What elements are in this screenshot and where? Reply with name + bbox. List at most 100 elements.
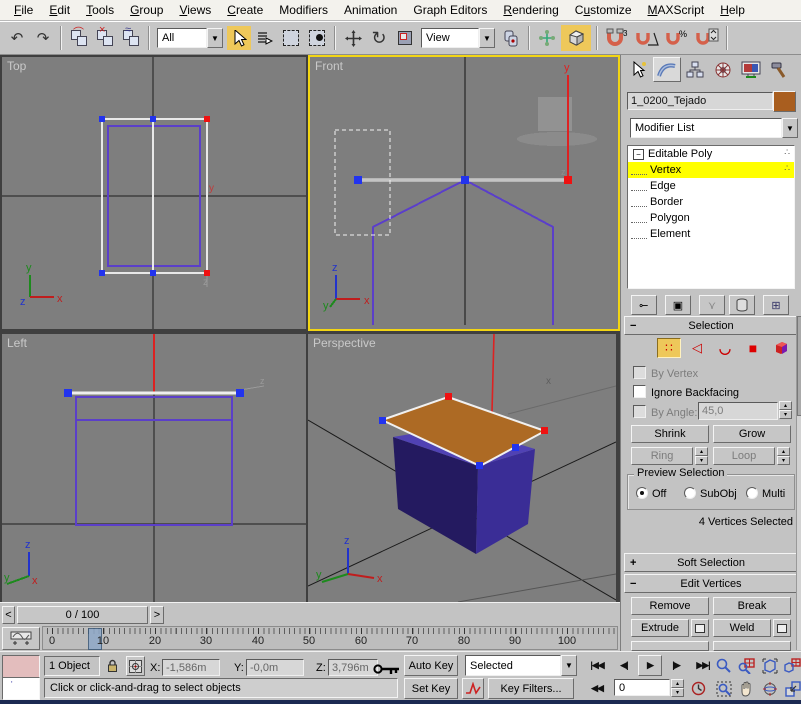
menu-animation[interactable]: Animation — [336, 1, 405, 19]
zoom-extents-all-icon[interactable] — [781, 655, 801, 676]
key-mode-toggle-icon[interactable]: ◀◀ — [584, 678, 610, 699]
viewport-front[interactable]: Front y z z x y — [308, 55, 620, 331]
menu-group[interactable]: Group — [122, 1, 171, 19]
remove-button[interactable]: Remove — [631, 597, 709, 615]
stack-item-polygon[interactable]: Polygon — [628, 210, 794, 226]
pan-hand-icon[interactable] — [735, 678, 758, 699]
angle-snap-toggle-icon[interactable] — [633, 26, 661, 50]
next-frame-icon[interactable]: |▶ — [666, 655, 686, 676]
spinner-down-icon[interactable]: ▾ — [695, 456, 708, 465]
polygon-subobject-button[interactable]: ■ — [741, 338, 765, 358]
tab-modify[interactable] — [653, 57, 681, 82]
menu-views[interactable]: Views — [171, 1, 219, 19]
stack-item-editable-poly[interactable]: − Editable Poly ∴ — [628, 146, 794, 162]
maxscript-mini-listener-white[interactable]: ' — [2, 677, 40, 700]
border-subobject-button[interactable]: ◡ — [713, 338, 737, 358]
key-icon[interactable] — [372, 660, 400, 678]
edge-subobject-button[interactable]: ◁ — [685, 338, 709, 358]
collapse-icon[interactable]: − — [633, 148, 644, 160]
tab-utilities[interactable] — [765, 57, 793, 82]
stack-item-border[interactable]: Border — [628, 194, 794, 210]
snaps-toggle-icon[interactable] — [561, 25, 591, 51]
previous-frame-icon[interactable]: ◀| — [614, 655, 634, 676]
selection-filter-dropdown[interactable]: All ▼ — [157, 28, 223, 48]
target-weld-button-clipped[interactable] — [713, 641, 791, 651]
show-end-result-button[interactable]: ▣ — [665, 295, 691, 315]
by-angle-checkbox[interactable] — [633, 405, 646, 418]
rectangular-selection-region-icon[interactable] — [279, 26, 303, 50]
menu-tools[interactable]: Tools — [78, 1, 122, 19]
remove-modifier-button[interactable] — [729, 295, 755, 315]
dropdown-arrow-icon[interactable]: ▼ — [782, 118, 798, 138]
object-name-field[interactable] — [627, 92, 773, 110]
chamfer-button-clipped[interactable] — [631, 641, 709, 651]
spinner-down-icon[interactable]: ▾ — [777, 456, 790, 465]
menu-help[interactable]: Help — [712, 1, 753, 19]
weld-settings-button[interactable] — [773, 619, 791, 637]
maximize-viewport-toggle-icon[interactable] — [781, 678, 801, 699]
select-and-link-icon[interactable]: ⌒ — [67, 26, 91, 50]
break-button[interactable]: Break — [713, 597, 791, 615]
snap-toggle-3d-icon[interactable]: 3 — [603, 26, 631, 50]
undo-icon[interactable]: ↶ — [5, 26, 29, 50]
zoom-icon[interactable] — [712, 655, 735, 676]
play-button-icon[interactable]: ▶ — [638, 655, 662, 676]
auto-key-button[interactable]: Auto Key — [404, 655, 458, 676]
panel-scrollbar-thumb[interactable] — [797, 316, 801, 416]
spinner-up-icon[interactable]: ▴ — [779, 401, 792, 410]
spinner-up-icon[interactable]: ▴ — [777, 447, 790, 456]
time-slider-next-icon[interactable]: > — [150, 606, 164, 624]
spinner-up-icon[interactable]: ▴ — [671, 679, 684, 688]
select-and-manipulate-icon[interactable] — [535, 26, 559, 50]
modifier-list-dropdown[interactable]: Modifier List ▼ — [630, 118, 798, 138]
dropdown-arrow-icon[interactable]: ▼ — [479, 28, 495, 48]
viewport-perspective-label[interactable]: Perspective — [313, 336, 376, 350]
spinner-down-icon[interactable]: ▾ — [779, 410, 792, 419]
goto-start-icon[interactable]: |◀◀ — [584, 655, 610, 676]
stack-item-vertex[interactable]: Vertex ∴ — [628, 162, 794, 178]
use-pivot-point-center-icon[interactable] — [499, 26, 523, 50]
z-coordinate-field[interactable]: 3,796m — [328, 659, 378, 676]
edit-vertices-rollout-header[interactable]: − Edit Vertices — [624, 574, 798, 593]
menu-modifiers[interactable]: Modifiers — [271, 1, 336, 19]
by-vertex-checkbox[interactable] — [633, 366, 646, 379]
by-angle-field[interactable]: 45,0 — [698, 402, 778, 420]
viewport-top[interactable]: Top y z y x z — [2, 57, 306, 329]
stack-item-element[interactable]: Element — [628, 226, 794, 242]
time-slider-button[interactable]: 0 / 100 — [17, 606, 148, 624]
unlink-selection-icon[interactable]: × — [93, 24, 117, 50]
preview-multi-radio[interactable]: Multi — [746, 487, 785, 500]
key-filter-dropdown[interactable]: Selected ▼ — [465, 655, 577, 676]
maxscript-mini-listener-pink[interactable] — [2, 655, 40, 678]
frame-spinner[interactable]: ▴ ▾ — [671, 679, 684, 697]
dropdown-arrow-icon[interactable]: ▼ — [561, 655, 577, 676]
object-color-swatch[interactable] — [773, 91, 796, 112]
bind-to-space-warp-icon[interactable]: ≈ — [119, 24, 143, 50]
weld-button[interactable]: Weld — [713, 619, 771, 637]
track-bar-ruler[interactable]: 0 10 20 30 40 50 60 70 80 90 100 — [42, 626, 618, 650]
stack-item-edge[interactable]: Edge — [628, 178, 794, 194]
viewport-front-label[interactable]: Front — [315, 59, 343, 73]
menu-file[interactable]: File — [6, 1, 41, 19]
preview-off-radio[interactable]: Off — [636, 487, 666, 500]
ignore-backfacing-checkbox[interactable] — [633, 385, 646, 398]
menu-edit[interactable]: Edit — [41, 1, 78, 19]
by-angle-spinner[interactable]: ▴ ▾ — [779, 401, 792, 419]
select-object-icon[interactable] — [227, 26, 251, 50]
menu-graph-editors[interactable]: Graph Editors — [405, 1, 495, 19]
redo-icon[interactable]: ↷ — [31, 26, 55, 50]
preview-subobj-radio[interactable]: SubObj — [684, 487, 737, 500]
time-configuration-icon[interactable] — [688, 678, 708, 699]
ring-button[interactable]: Ring — [631, 447, 693, 465]
loop-spinner[interactable]: ▴ ▾ — [777, 447, 790, 465]
viewport-top-label[interactable]: Top — [7, 59, 26, 73]
absolute-mode-toggle[interactable] — [126, 656, 145, 676]
element-subobject-button[interactable] — [769, 338, 793, 358]
ring-spinner[interactable]: ▴ ▾ — [695, 447, 708, 465]
dropdown-arrow-icon[interactable]: ▼ — [207, 28, 223, 48]
select-and-move-icon[interactable] — [341, 26, 365, 50]
y-coordinate-field[interactable]: -0,0m — [246, 659, 304, 676]
set-key-mode-button[interactable] — [462, 678, 484, 699]
shrink-button[interactable]: Shrink — [631, 425, 709, 443]
make-unique-button[interactable]: ⋎ — [699, 295, 725, 315]
